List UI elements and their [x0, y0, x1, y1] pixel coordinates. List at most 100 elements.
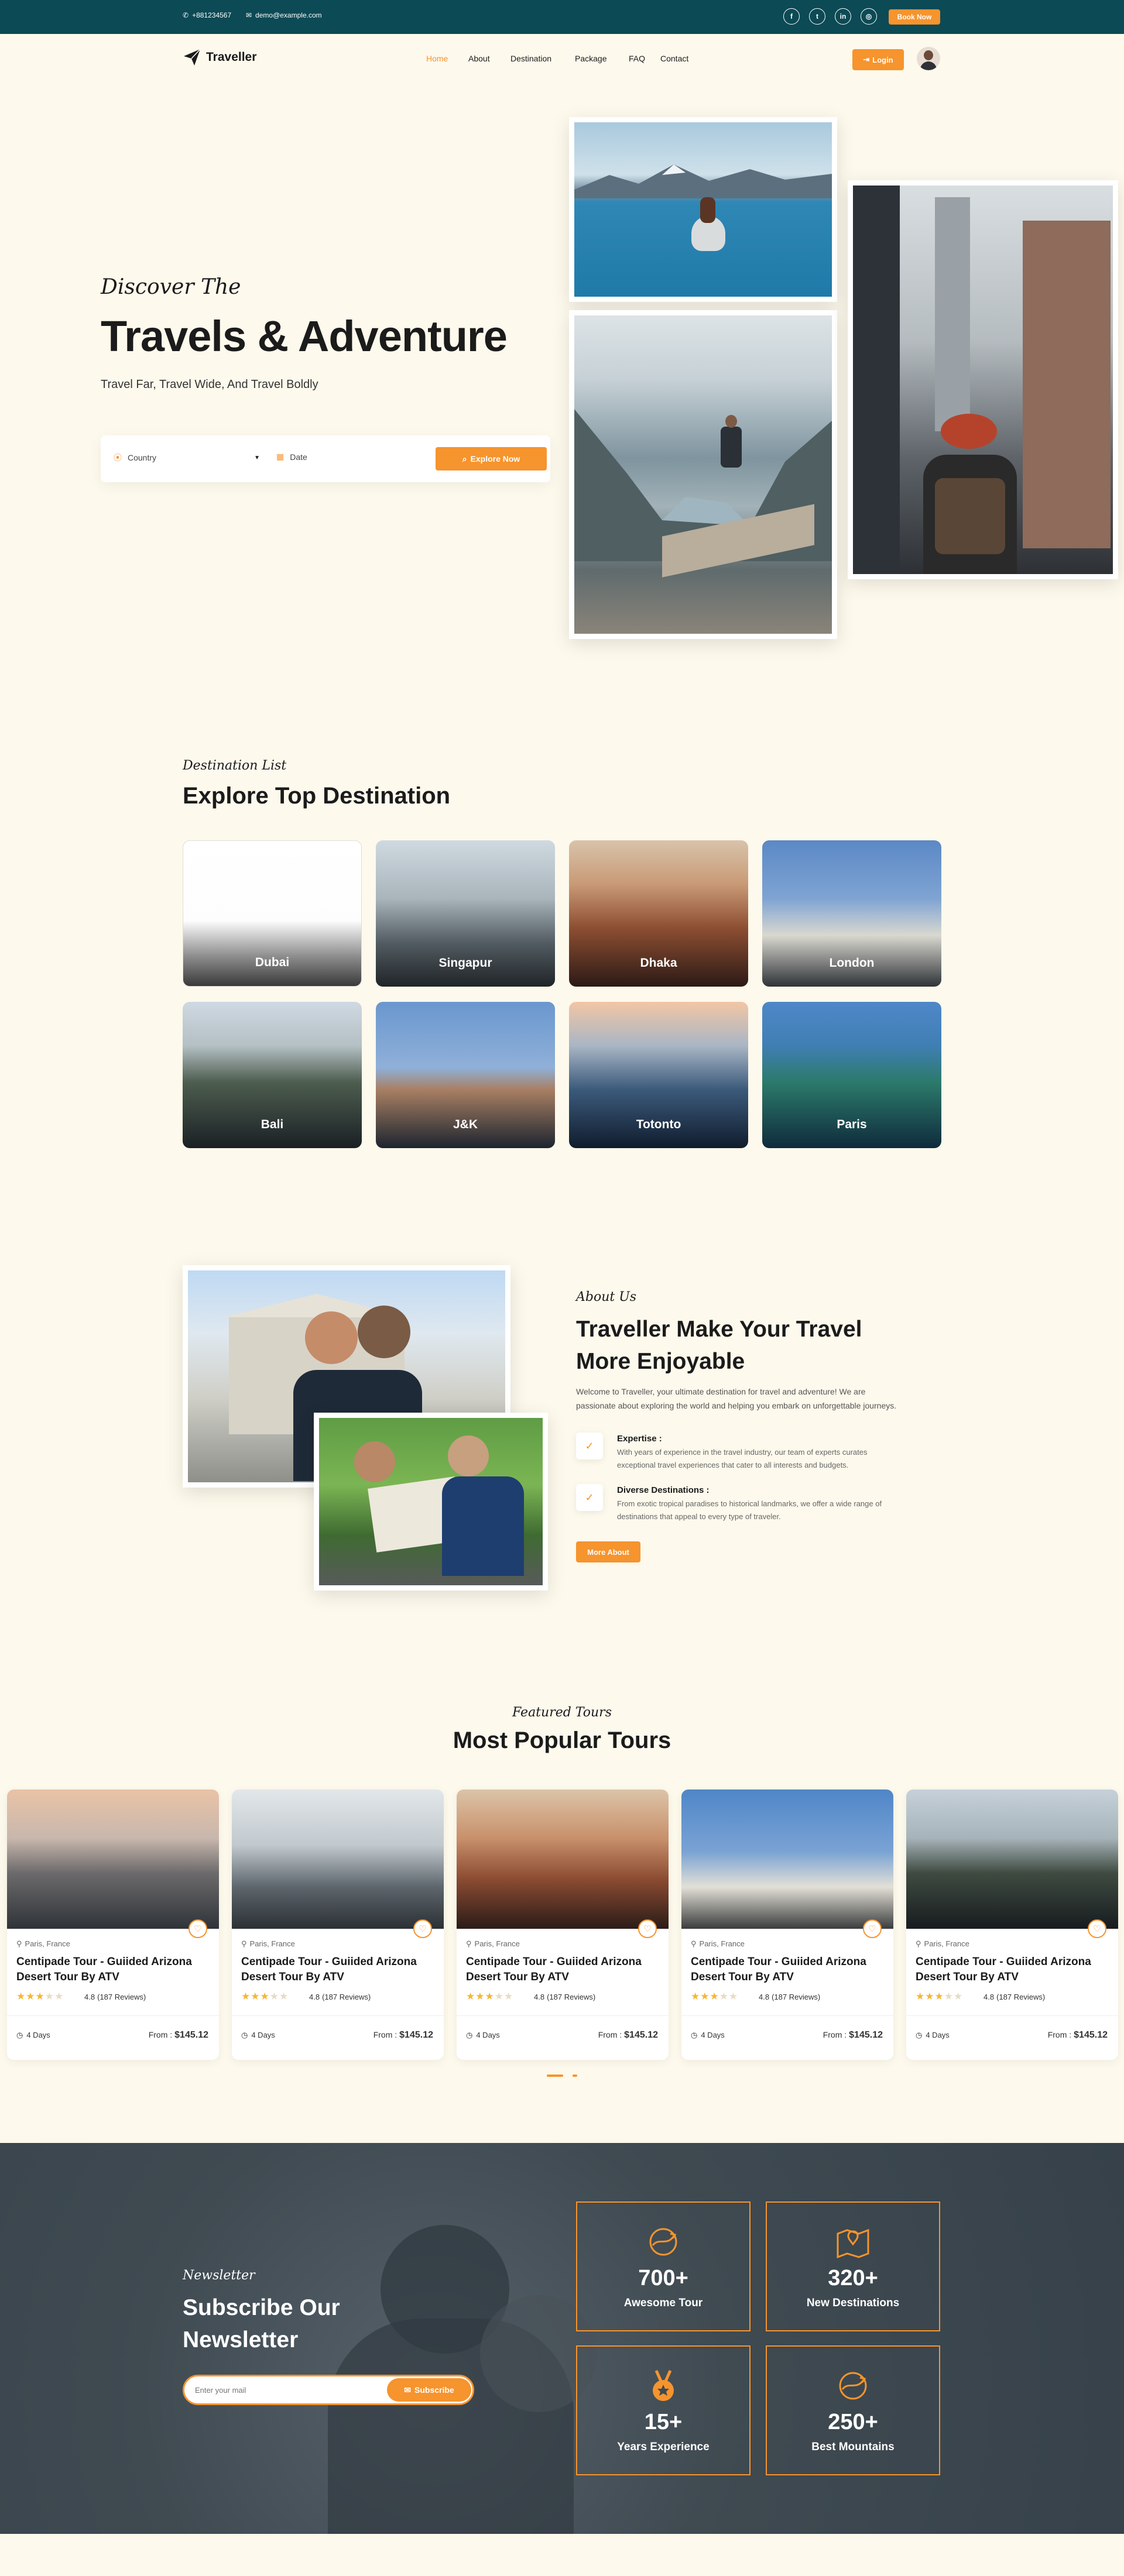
date-input[interactable]: ▦ Date	[276, 452, 307, 462]
heart-icon[interactable]: ♡	[413, 1919, 432, 1938]
stat-label: Years Experience	[617, 2440, 710, 2453]
heart-icon[interactable]: ♡	[863, 1919, 882, 1938]
location-pin-icon: ⚲	[916, 1939, 921, 1948]
divider	[457, 2015, 669, 2016]
duration-text: 4 Days	[701, 2031, 725, 2039]
tour-name-line1[interactable]: Centipade Tour - Guiided Arizona	[241, 1956, 417, 1969]
destination-card[interactable]: Singapur	[376, 840, 555, 987]
explore-now-button[interactable]: ⌕ Explore Now	[436, 447, 547, 470]
carousel-dot-active[interactable]	[547, 2074, 563, 2077]
newsletter-email-input[interactable]	[195, 2383, 371, 2396]
destination-card[interactable]: Totonto	[569, 1002, 748, 1148]
feature-title: Diverse Destinations :	[617, 1485, 710, 1495]
star-icon: ★	[466, 1991, 476, 2002]
stat-value: 250+	[828, 2409, 878, 2434]
twitter-icon[interactable]: t	[809, 8, 825, 25]
destination-card[interactable]: Paris	[762, 1002, 941, 1148]
tour-card[interactable]: ♡ ⚲ Paris, France Centipade Tour - Guiided …	[7, 1790, 219, 2060]
heart-icon[interactable]: ♡	[189, 1919, 207, 1938]
destination-card[interactable]: London	[762, 840, 941, 987]
country-select[interactable]: ⦿ Country ▼	[114, 452, 260, 463]
tour-rating: 4.8 (187 Reviews)	[309, 1993, 371, 2001]
destination-name: Dubai	[255, 956, 290, 969]
destination-card[interactable]: J&K	[376, 1002, 555, 1148]
destination-name: London	[829, 956, 875, 970]
tour-name-line1[interactable]: Centipade Tour - Guiided Arizona	[916, 1956, 1091, 1969]
destination-name: Paris	[837, 1118, 867, 1131]
email-contact[interactable]: ✉ demo@example.com	[246, 11, 322, 19]
instagram-icon[interactable]: ◎	[861, 8, 877, 25]
star-icon: ★	[26, 1991, 36, 2002]
nav-link-package[interactable]: Package	[575, 54, 606, 63]
star-icon: ★	[35, 1991, 45, 2002]
heart-icon[interactable]: ♡	[1088, 1919, 1106, 1938]
medal-icon	[647, 2368, 680, 2404]
brand-logo[interactable]: Traveller	[183, 48, 256, 67]
duration-text: 4 Days	[926, 2031, 950, 2039]
hero-photo-kayak	[569, 117, 837, 302]
rating-value: 4.8	[309, 1993, 320, 2001]
destination-name: Totonto	[636, 1118, 681, 1131]
newsletter-script: Newsletter	[183, 2268, 255, 2283]
linkedin-icon[interactable]: in	[835, 8, 851, 25]
about-intro-line2: passionate about exploring the world and…	[576, 1401, 897, 1410]
feature-text-line2: exceptional travel experiences that cate…	[617, 1461, 849, 1469]
more-about-button[interactable]: More About	[576, 1541, 640, 1562]
star-icon: ★	[44, 1991, 54, 2002]
clock-icon: ◷	[16, 2031, 23, 2039]
globe-plane-icon	[837, 2368, 869, 2404]
price-value: $145.12	[399, 2030, 433, 2040]
divider	[7, 2015, 219, 2016]
globe-plane-icon	[647, 2224, 680, 2260]
tour-name-line2[interactable]: Desert Tour By ATV	[466, 1971, 569, 1984]
destinations-script: Destination List	[183, 758, 287, 773]
tour-name-line1[interactable]: Centipade Tour - Guiided Arizona	[16, 1956, 192, 1969]
login-label: Login	[872, 55, 893, 64]
tour-duration: ◷ 4 Days	[241, 2031, 275, 2040]
nav-link-about[interactable]: About	[468, 54, 490, 63]
nav-link-faq[interactable]: FAQ	[629, 54, 645, 63]
tour-name-line2[interactable]: Desert Tour By ATV	[691, 1971, 794, 1984]
tour-image	[232, 1790, 444, 1929]
facebook-icon[interactable]: f	[783, 8, 800, 25]
tour-card[interactable]: ♡ ⚲ Paris, France Centipade Tour - Guiided …	[906, 1790, 1118, 2060]
carousel-dot[interactable]	[573, 2074, 577, 2077]
location-pin-icon: ⚲	[466, 1939, 472, 1948]
stat-card: 15+ Years Experience	[576, 2345, 751, 2475]
star-icon: ★	[954, 1991, 964, 2002]
star-icon: ★	[719, 1991, 729, 2002]
destination-card[interactable]: Dubai	[183, 840, 362, 987]
nav-link-home[interactable]: Home	[426, 54, 448, 63]
price-prefix: From :	[373, 2030, 397, 2039]
stat-card: 250+ Best Mountains	[766, 2345, 940, 2475]
subscribe-button[interactable]: ✉ Subscribe	[387, 2378, 471, 2402]
login-button[interactable]: ⇥ Login	[852, 49, 904, 70]
tour-name-line2[interactable]: Desert Tour By ATV	[916, 1971, 1019, 1984]
book-now-button[interactable]: Book Now	[889, 9, 940, 25]
rating-stars: ★★★★★	[691, 1991, 738, 2003]
tour-card[interactable]: ♡ ⚲ Paris, France Centipade Tour - Guiided …	[232, 1790, 444, 2060]
rating-stars: ★★★★★	[241, 1991, 289, 2003]
destination-card[interactable]: Bali	[183, 1002, 362, 1148]
tour-card[interactable]: ♡ ⚲ Paris, France Centipade Tour - Guiided …	[681, 1790, 893, 2060]
tour-image	[906, 1790, 1118, 1929]
phone-contact[interactable]: ✆ +881234567	[183, 11, 231, 19]
nav-link-contact[interactable]: Contact	[660, 54, 688, 63]
tour-name-line2[interactable]: Desert Tour By ATV	[241, 1971, 344, 1984]
duration-text: 4 Days	[251, 2031, 275, 2039]
heart-icon[interactable]: ♡	[638, 1919, 657, 1938]
nav-link-destination[interactable]: Destination	[510, 54, 551, 63]
tour-card[interactable]: ♡ ⚲ Paris, France Centipade Tour - Guiided …	[457, 1790, 669, 2060]
tour-name-line1[interactable]: Centipade Tour - Guiided Arizona	[466, 1956, 642, 1969]
tour-name-line2[interactable]: Desert Tour By ATV	[16, 1971, 119, 1984]
duration-text: 4 Days	[26, 2031, 50, 2039]
tour-name-line1[interactable]: Centipade Tour - Guiided Arizona	[691, 1956, 866, 1969]
star-icon: ★	[16, 1991, 26, 2002]
star-icon: ★	[260, 1991, 270, 2002]
destination-card[interactable]: Dhaka	[569, 840, 748, 987]
star-icon: ★	[710, 1991, 719, 2002]
destination-name: Dhaka	[640, 956, 677, 970]
avatar[interactable]	[917, 47, 940, 70]
review-count: (187 Reviews)	[97, 1993, 146, 2001]
mail-icon: ✉	[246, 11, 252, 19]
